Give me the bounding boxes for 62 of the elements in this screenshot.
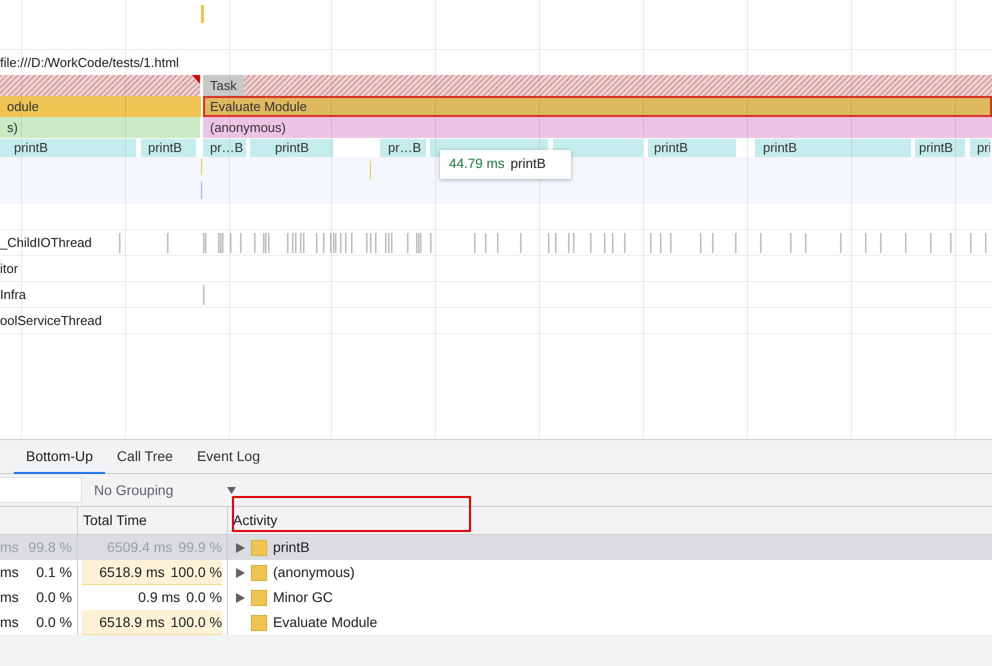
long-task-marker-icon (192, 75, 200, 84)
tab[interactable]: Event Log (184, 440, 272, 474)
long-task-bar[interactable] (0, 75, 200, 96)
expand-arrow-icon (236, 568, 245, 578)
table-row[interactable]: ms 0.1 % 6518.9 ms 100.0 % (anonymous) (0, 560, 992, 585)
table-cell-text: 99.8 % (28, 538, 72, 557)
tooltip-name: printB (510, 155, 546, 174)
flame-block[interactable]: s) (0, 117, 200, 138)
table-cell-text: 6518.9 ms (99, 612, 165, 632)
activity-name[interactable]: (anonymous) (273, 562, 355, 583)
table-cell-text: 0.1 % (36, 563, 72, 582)
flame-block[interactable]: printB (648, 139, 738, 157)
overview-mark (201, 5, 204, 23)
table-cell-text: 6509.4 ms (107, 538, 172, 557)
thread-name: Infra (0, 286, 26, 304)
category-swatch-icon (251, 564, 267, 580)
thread-name: oolServiceThread (0, 312, 102, 330)
table-row[interactable]: ms 0.0 % 6518.9 ms 100.0 % Evaluate Module (0, 610, 992, 635)
category-swatch-icon (251, 614, 267, 630)
activity-name[interactable]: printB (273, 537, 310, 558)
table-cell-text: 0.0 % (36, 588, 72, 607)
flame-block[interactable]: pr…B (380, 139, 428, 157)
table-cell-text: 6518.9 ms (99, 562, 165, 582)
table-row[interactable]: ms 99.8 % 6509.4 ms 99.9 % printB (0, 535, 992, 560)
flame-block[interactable]: (anonymous) (203, 117, 992, 138)
flame-block[interactable]: printB (250, 139, 335, 157)
table-cell-text: 0.9 ms (138, 588, 180, 607)
tab[interactable]: Bottom-Up (14, 440, 105, 474)
table-cell-text: 99.9 % (178, 538, 222, 557)
thread-name: itor (0, 260, 18, 278)
table-cell-text: ms (0, 563, 19, 582)
table-row[interactable]: ms 0.0 % 0.9 ms 0.0 % Minor GC (0, 585, 992, 610)
flame-block[interactable]: odule (0, 96, 201, 117)
flame-block[interactable] (553, 139, 645, 157)
activity-name[interactable]: Evaluate Module (273, 612, 378, 633)
flame-block[interactable]: Evaluate Module (203, 96, 992, 117)
table-cell-text: 0.0 % (186, 588, 222, 607)
filter-field[interactable] (0, 477, 82, 503)
activity-name[interactable]: Minor GC (273, 587, 333, 608)
flame-block[interactable]: printB (915, 139, 967, 157)
url-label: file:///D:/WorkCode/tests/1.html (0, 54, 179, 72)
tooltip-duration: 44.79 ms (449, 155, 505, 174)
flame-block[interactable]: printB (141, 139, 198, 157)
caret-icon (227, 486, 236, 494)
long-task-bar[interactable]: Task (203, 75, 992, 96)
tab[interactable]: Call Tree (104, 440, 185, 474)
table-cell-text: ms (0, 538, 19, 557)
category-swatch-icon (251, 540, 267, 556)
table-cell-text: 0.0 % (36, 613, 72, 632)
flame-block[interactable]: printB (0, 139, 138, 157)
thread-name: _ChildIOThread (0, 234, 92, 252)
flame-block[interactable]: pr…B (203, 139, 248, 157)
category-swatch-icon (251, 590, 267, 606)
table-cell-text: 100.0 % (170, 562, 222, 582)
expand-arrow-icon (236, 542, 245, 552)
activity-ticks-drawing (203, 285, 205, 305)
table-cell-text: ms (0, 613, 19, 632)
table-cell-text: ms (0, 588, 19, 607)
expand-arrow-icon (236, 592, 245, 602)
flame-block[interactable]: printB (755, 139, 913, 157)
table-cell-text: 100.0 % (170, 612, 222, 632)
grouping-dropdown[interactable]: No Grouping (82, 475, 242, 505)
